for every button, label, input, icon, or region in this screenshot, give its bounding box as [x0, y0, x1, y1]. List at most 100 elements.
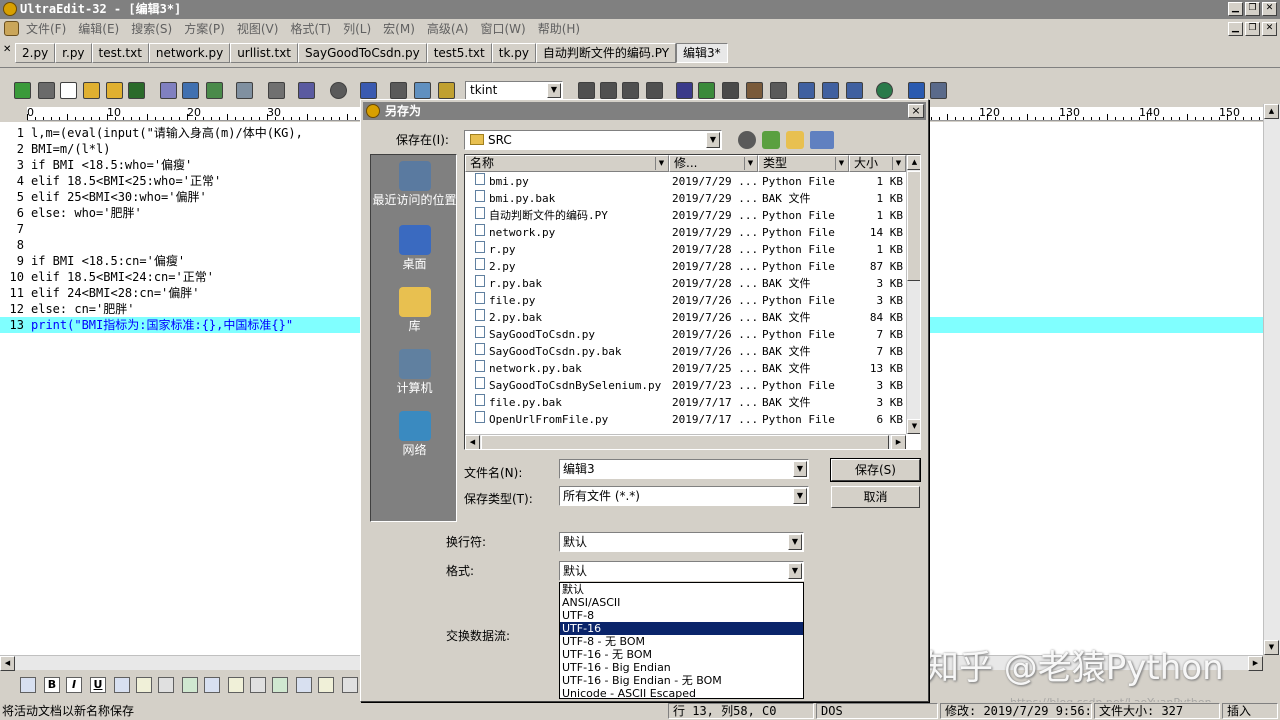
open-folder-icon[interactable] — [83, 82, 100, 99]
tab-close-icon[interactable]: ✕ — [3, 44, 11, 55]
replace-icon[interactable] — [722, 82, 739, 99]
spellcheck-icon[interactable] — [206, 82, 223, 99]
close-icon[interactable]: ✕ — [1262, 2, 1277, 16]
chevron-down-icon[interactable]: ▼ — [788, 534, 802, 550]
scroll-thumb[interactable] — [907, 171, 920, 281]
file-list[interactable]: 名称 ▼ 修... ▼ 类型 ▼ 大小 ▼ bmi.py 2019/7/29 ... Python… — [464, 154, 921, 450]
align2-icon[interactable] — [250, 677, 266, 693]
goto-icon[interactable] — [770, 82, 787, 99]
underline-icon[interactable]: U — [90, 677, 106, 693]
tab-document[interactable]: test.txt — [91, 43, 149, 63]
window-list-icon[interactable] — [846, 82, 863, 99]
up-folder-icon[interactable] — [762, 131, 780, 149]
file-row[interactable]: 2.py.bak 2019/7/26 ... BAK 文件 84 KB — [465, 309, 906, 326]
line-icon[interactable] — [342, 677, 358, 693]
bullets-icon[interactable] — [136, 677, 152, 693]
filetype-select[interactable]: 所有文件 (*.*) ▼ — [559, 486, 809, 506]
window-tile-icon[interactable] — [798, 82, 815, 99]
info-icon[interactable] — [908, 82, 925, 99]
align-right-icon[interactable] — [622, 82, 639, 99]
doc-close-icon[interactable]: ✕ — [1262, 22, 1277, 36]
column-header[interactable]: 大小 ▼ — [849, 155, 906, 172]
window-cascade-icon[interactable] — [822, 82, 839, 99]
tab-document[interactable]: network.py — [148, 43, 231, 63]
doc-restore-icon[interactable]: ❐ — [1245, 22, 1260, 36]
scroll-left-icon[interactable]: ◀ — [465, 435, 480, 449]
align-left-icon[interactable] — [578, 82, 595, 99]
chevron-down-icon[interactable]: ▼ — [744, 157, 756, 170]
scroll-left-icon[interactable]: ◀ — [0, 656, 15, 671]
wordwrap-icon[interactable] — [298, 82, 315, 99]
menu-item[interactable]: 帮助(H) — [538, 19, 588, 39]
chevron-down-icon[interactable]: ▼ — [788, 563, 802, 579]
place-recent[interactable]: 最近访问的位置 — [371, 161, 458, 207]
web-icon[interactable] — [876, 82, 893, 99]
forward-arrow-icon[interactable] — [38, 82, 55, 99]
numbering-icon[interactable] — [158, 677, 174, 693]
tab-document[interactable]: tk.py — [491, 43, 536, 63]
print-preview-icon[interactable] — [182, 82, 199, 99]
scroll-thumb-h[interactable] — [481, 435, 889, 449]
menu-item[interactable]: 宏(M) — [383, 19, 423, 39]
find-next-icon[interactable] — [698, 82, 715, 99]
chevron-down-icon[interactable]: ▼ — [793, 461, 807, 477]
pen-icon[interactable] — [204, 677, 220, 693]
format-option[interactable]: UTF-16 - Big Endian — [560, 661, 803, 674]
file-row[interactable]: bmi.py.bak 2019/7/29 ... BAK 文件 1 KB — [465, 190, 906, 207]
file-row[interactable]: SayGoodToCsdn.py 2019/7/26 ... Python File… — [465, 326, 906, 343]
align-center-icon[interactable] — [600, 82, 617, 99]
indent-icon[interactable] — [20, 677, 36, 693]
save-icon[interactable] — [128, 82, 145, 99]
file-row[interactable]: OpenUrlFromFile.py 2019/7/17 ... Python Fi… — [465, 411, 906, 428]
file-list-vscroll[interactable]: ▲ ▼ — [906, 155, 920, 434]
format-option[interactable]: 默认 — [560, 583, 803, 596]
menu-item[interactable]: 视图(V) — [237, 19, 287, 39]
format-option[interactable]: UTF-16 - 无 BOM — [560, 648, 803, 661]
paint-icon[interactable] — [438, 82, 455, 99]
column-header[interactable]: 名称 ▼ — [465, 155, 669, 172]
format-option[interactable]: UTF-16 — [560, 622, 803, 635]
tab-document[interactable]: test5.txt — [426, 43, 492, 63]
dialog-close-button[interactable]: × — [908, 104, 924, 118]
paste-icon[interactable] — [414, 82, 431, 99]
format-option[interactable]: UTF-16 - Big Endian - 无 BOM — [560, 674, 803, 687]
align-icon[interactable] — [228, 677, 244, 693]
italic-icon[interactable]: I — [66, 677, 82, 693]
format-option[interactable]: Unicode - ASCII Escaped — [560, 687, 803, 700]
scroll-down-icon[interactable]: ▼ — [1264, 640, 1279, 655]
chevron-down-icon[interactable]: ▼ — [835, 157, 847, 170]
save-in-combo[interactable]: SRC ▼ — [464, 130, 722, 150]
tab-document[interactable]: urllist.txt — [230, 43, 299, 63]
place-libraries[interactable]: 库 — [371, 287, 458, 333]
menu-item[interactable]: 编辑(E) — [78, 19, 127, 39]
tab-document[interactable]: 编辑3* — [676, 43, 728, 63]
menu-item[interactable]: 文件(F) — [26, 19, 74, 39]
print-icon[interactable] — [160, 82, 177, 99]
align3-icon[interactable] — [272, 677, 288, 693]
file-row[interactable]: r.py.bak 2019/7/28 ... BAK 文件 3 KB — [465, 275, 906, 292]
minimize-icon[interactable]: ▁ — [1228, 2, 1243, 16]
format-select[interactable]: 默认 ▼ — [559, 561, 804, 581]
file-row[interactable]: network.py 2019/7/29 ... Python File 14 KB — [465, 224, 906, 241]
format-option[interactable]: UTF-8 — [560, 609, 803, 622]
menu-item[interactable]: 方案(P) — [184, 19, 233, 39]
place-computer[interactable]: 计算机 — [371, 349, 458, 395]
chevron-down-icon[interactable]: ▼ — [547, 83, 561, 98]
menu-item[interactable]: 高级(A) — [427, 19, 477, 39]
open-file-icon[interactable] — [106, 82, 123, 99]
vertical-scrollbar[interactable]: ▲ ▼ — [1263, 104, 1280, 655]
filename-input[interactable]: 编辑3 ▼ — [559, 459, 809, 479]
back-icon[interactable] — [738, 131, 756, 149]
file-row[interactable]: file.py.bak 2019/7/17 ... BAK 文件 3 KB — [465, 394, 906, 411]
document-icon[interactable] — [4, 21, 19, 36]
new-folder-icon[interactable] — [786, 131, 804, 149]
scroll-up-icon[interactable]: ▲ — [1264, 104, 1279, 119]
line-break-select[interactable]: 默认 ▼ — [559, 532, 804, 552]
bold-icon[interactable]: B — [44, 677, 60, 693]
scroll-down-icon[interactable]: ▼ — [907, 419, 920, 434]
scroll-right-icon[interactable]: ▶ — [1248, 656, 1263, 671]
help-icon[interactable] — [930, 82, 947, 99]
file-row[interactable]: file.py 2019/7/26 ... Python File 3 KB — [465, 292, 906, 309]
chevron-down-icon[interactable]: ▼ — [793, 488, 807, 504]
format-icon[interactable] — [182, 677, 198, 693]
